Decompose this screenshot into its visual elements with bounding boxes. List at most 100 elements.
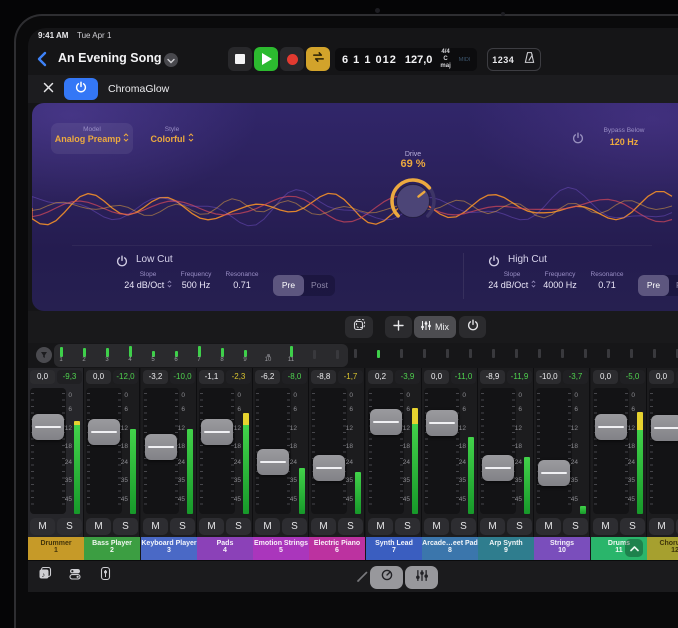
edit-pencil-icon[interactable] (355, 569, 370, 589)
pre-option[interactable]: Pre (273, 275, 304, 296)
mute-button[interactable]: M (536, 518, 561, 535)
count-in-metronome-group[interactable]: 1234 (487, 48, 541, 71)
high-cut-resonance[interactable]: Resonance 0.71 (582, 271, 632, 290)
track-name-label[interactable]: Emotion Strings 5 (253, 537, 309, 560)
mute-button[interactable]: M (424, 518, 449, 535)
mixer-faders-button[interactable] (405, 566, 438, 589)
pre-option[interactable]: Pre (638, 275, 669, 296)
overview-offscreen-channel[interactable] (515, 349, 518, 358)
mixer-power-button[interactable] (459, 316, 486, 338)
mute-button[interactable]: M (143, 518, 168, 535)
volume-value[interactable]: 0,0 (424, 370, 449, 384)
mixer-overview[interactable]: 1234567891011 (28, 343, 678, 368)
plugin-power-toggle[interactable] (64, 78, 98, 100)
overview-offscreen-channel[interactable] (492, 349, 495, 358)
copy-settings-button[interactable] (345, 316, 373, 338)
mute-button[interactable]: M (480, 518, 505, 535)
overview-offscreen-channel[interactable] (400, 349, 403, 358)
volume-value[interactable]: -10,0 (536, 370, 561, 384)
track-name-label[interactable]: Strings 10 (534, 537, 590, 560)
track-name-label[interactable]: Arcade…eet Pad 8 (422, 537, 478, 560)
fader-handle[interactable] (482, 455, 514, 481)
metronome-icon[interactable] (523, 51, 536, 69)
volume-value[interactable]: -1,1 (199, 370, 224, 384)
filter-tracks-button[interactable] (36, 347, 52, 363)
volume-value[interactable]: -3,2 (143, 370, 168, 384)
overview-offscreen-channel[interactable] (584, 349, 587, 358)
song-title[interactable]: An Evening Song (58, 51, 161, 65)
cycle-button[interactable] (306, 47, 330, 71)
fader-handle[interactable] (651, 415, 678, 441)
solo-button[interactable]: S (282, 518, 307, 535)
volume-value[interactable]: 0,2 (368, 370, 393, 384)
solo-button[interactable]: S (620, 518, 645, 535)
solo-button[interactable]: S (563, 518, 588, 535)
low-cut-power-icon[interactable] (116, 254, 128, 272)
low-cut-pre-post-toggle[interactable]: Pre Post (273, 275, 335, 296)
overview-offscreen-channel[interactable] (607, 349, 610, 358)
count-in-button[interactable]: 1234 (492, 55, 514, 65)
track-name-label[interactable]: Synth Lead 7 (366, 537, 422, 560)
fader-handle[interactable] (313, 455, 345, 481)
fader-handle[interactable] (88, 419, 120, 445)
overview-offscreen-channel[interactable] (538, 349, 541, 358)
song-menu-button[interactable] (164, 53, 178, 67)
overview-offscreen-channel[interactable] (630, 349, 633, 358)
volume-value[interactable]: -8,9 (480, 370, 505, 384)
overview-offscreen-channel[interactable] (423, 349, 426, 358)
loops-browser-button[interactable]: ♪ (36, 567, 54, 585)
solo-button[interactable]: S (451, 518, 476, 535)
smart-controls-button[interactable] (370, 566, 403, 589)
fader-handle[interactable] (595, 414, 627, 440)
channel-strip-button[interactable] (96, 567, 114, 585)
track-name-label[interactable]: Keyboard Player 3 (141, 537, 197, 560)
volume-value[interactable]: -8,8 (311, 370, 336, 384)
solo-button[interactable]: S (57, 518, 82, 535)
track-name-label[interactable]: Pads 4 (197, 537, 253, 560)
high-cut-power-icon[interactable] (488, 254, 500, 272)
fader-handle[interactable] (370, 409, 402, 435)
solo-button[interactable]: S (113, 518, 138, 535)
play-button[interactable] (254, 47, 278, 71)
mute-button[interactable]: M (649, 518, 674, 535)
lcd-display[interactable]: 6 1 1 012 127,0 4/4 C maj MIDI (335, 48, 477, 71)
volume-value[interactable]: 0,0 (30, 370, 55, 384)
drive-knob[interactable] (387, 175, 439, 227)
mute-button[interactable]: M (199, 518, 224, 535)
style-selector[interactable]: Style Colorful (137, 126, 207, 144)
high-cut-pre-post-toggle[interactable]: Pre Post (638, 275, 678, 296)
mute-button[interactable]: M (30, 518, 55, 535)
mute-button[interactable]: M (593, 518, 618, 535)
track-name-label[interactable]: Bass Player 2 (84, 537, 140, 560)
high-cut-frequency[interactable]: Frequency 4000 Hz (530, 271, 590, 290)
solo-button[interactable]: S (395, 518, 420, 535)
mute-button[interactable]: M (255, 518, 280, 535)
fader-handle[interactable] (257, 449, 289, 475)
overview-offscreen-channel[interactable] (446, 349, 449, 358)
low-cut-resonance[interactable]: Resonance 0.71 (217, 271, 267, 290)
overview-offscreen-channel[interactable] (336, 350, 339, 359)
track-name-label[interactable]: Electric Piano 6 (309, 537, 365, 560)
level-control[interactable]: Level 0.0 (660, 127, 678, 147)
collapse-chevron-button[interactable] (625, 539, 643, 557)
stop-button[interactable] (228, 47, 252, 71)
fader-handle[interactable] (426, 410, 458, 436)
overview-offscreen-channel[interactable] (561, 349, 564, 358)
overview-offscreen-channel[interactable] (313, 350, 316, 359)
mute-button[interactable]: M (311, 518, 336, 535)
volume-value[interactable]: 0,0 (593, 370, 618, 384)
solo-button[interactable]: S (226, 518, 251, 535)
overview-offscreen-channel[interactable] (354, 349, 357, 358)
fader-handle[interactable] (538, 460, 570, 486)
bypass-power-icon[interactable] (572, 131, 584, 149)
model-selector[interactable]: Model Analog Preamp (51, 123, 133, 154)
volume-value[interactable]: 0,0 (86, 370, 111, 384)
mute-button[interactable]: M (86, 518, 111, 535)
add-plugin-button[interactable] (385, 316, 412, 338)
volume-value[interactable]: 0,0 (649, 370, 674, 384)
track-name-label[interactable]: Arp Synth 9 (478, 537, 534, 560)
overview-offscreen-channel[interactable] (653, 349, 656, 358)
visible-range-box[interactable]: 1234567891011 (54, 344, 348, 367)
solo-button[interactable]: S (170, 518, 195, 535)
fader-handle[interactable] (32, 414, 64, 440)
